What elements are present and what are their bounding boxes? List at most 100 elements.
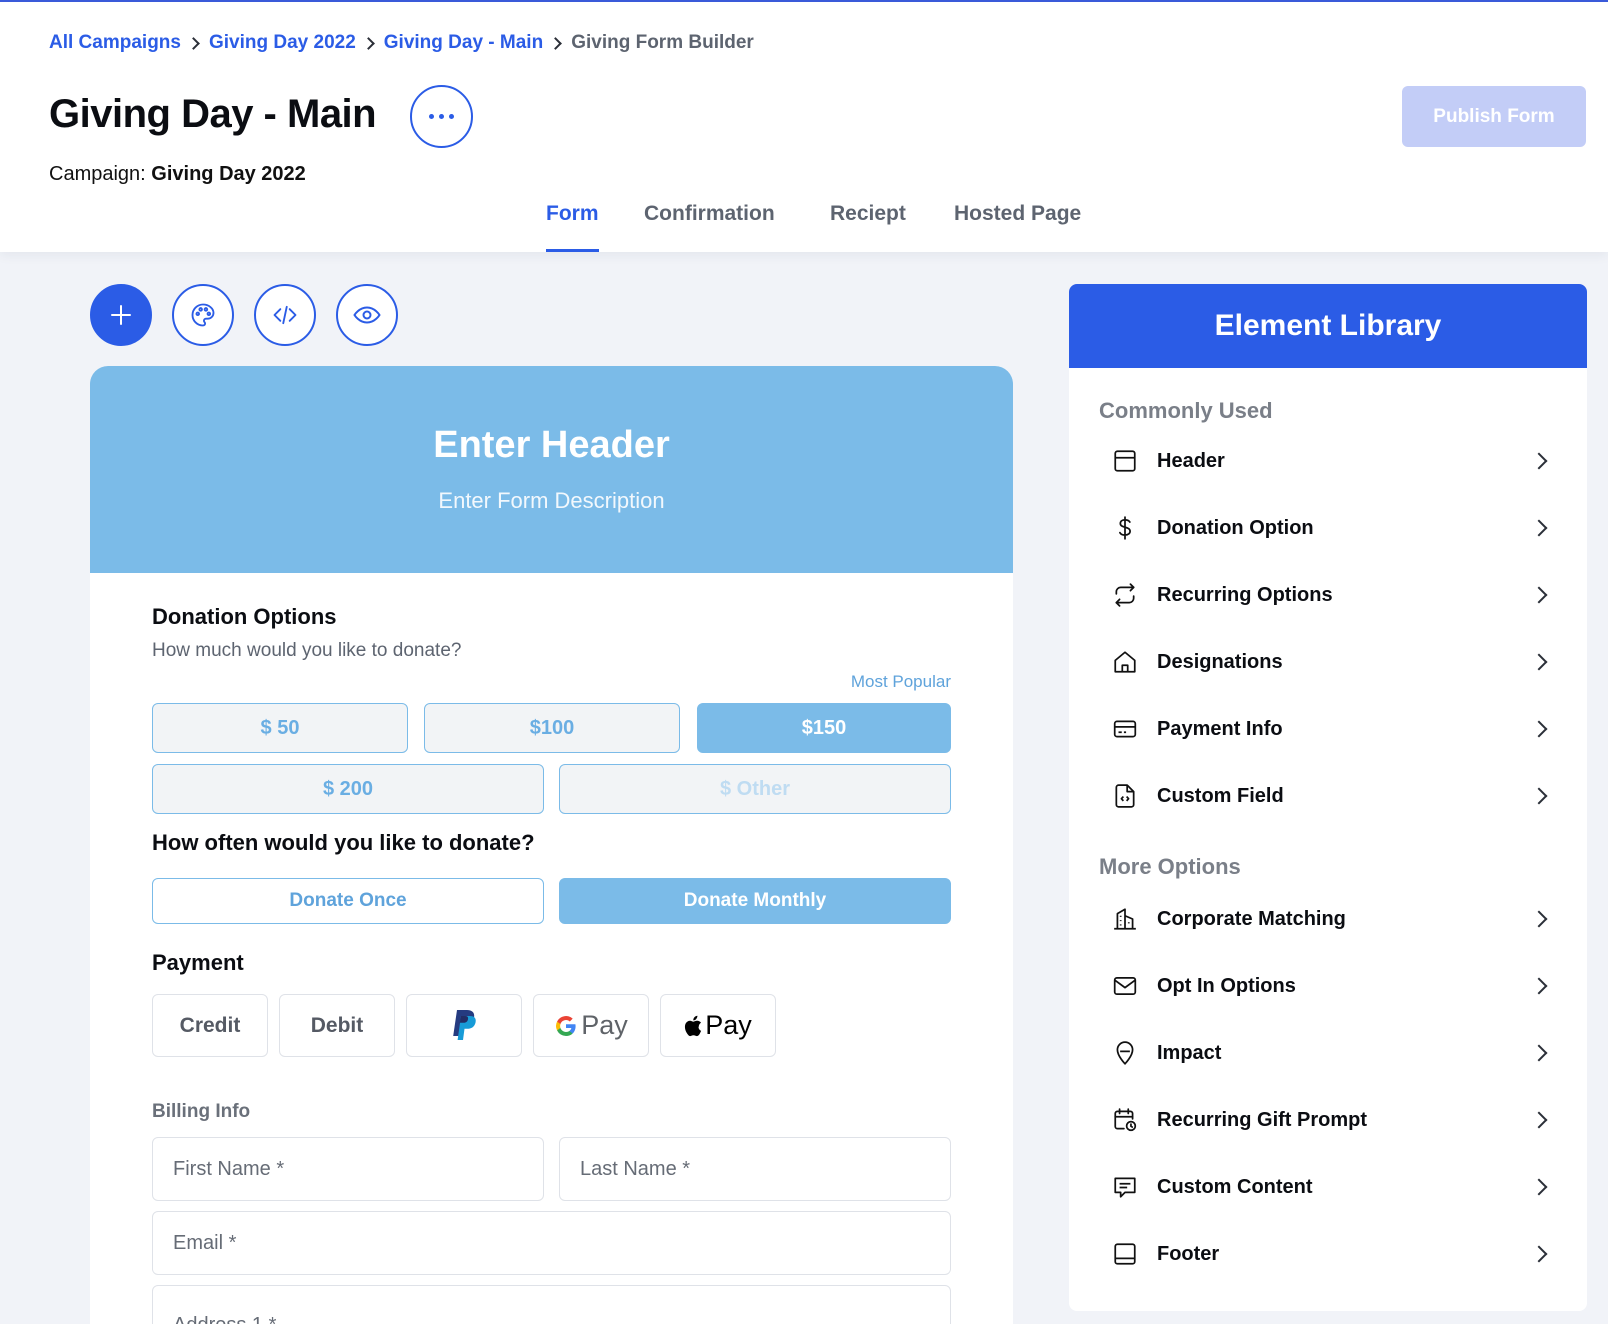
amount-50-button[interactable]: $ 50 (152, 703, 408, 753)
preview-button[interactable] (336, 284, 398, 346)
chevron-right-icon (1530, 1044, 1548, 1062)
tab-confirmation[interactable]: Confirmation (644, 196, 775, 252)
campaign-info: Campaign: Giving Day 2022 (49, 163, 306, 186)
repeat-icon (1109, 579, 1141, 611)
tab-form[interactable]: Form (546, 196, 599, 252)
plus-icon (111, 305, 131, 325)
form-header-block[interactable]: Enter Header Enter Form Description (90, 366, 1013, 573)
chevron-right-icon (1530, 519, 1548, 537)
donate-once-button[interactable]: Donate Once (152, 878, 544, 924)
library-item-footer[interactable]: Footer (1109, 1234, 1559, 1274)
library-item-label: Custom Content (1157, 1175, 1313, 1198)
chevron-right-icon (1530, 787, 1548, 805)
address1-field[interactable]: Address 1 * (152, 1285, 951, 1324)
apple-pay-mark: Pay (684, 1010, 752, 1041)
embed-code-button[interactable] (254, 284, 316, 346)
library-item-label: Donation Option (1157, 516, 1314, 539)
apple-icon (685, 1015, 702, 1036)
most-popular-label: Most Popular (850, 672, 951, 691)
chevron-right-icon (1530, 452, 1548, 470)
library-item-recurring-gift-prompt[interactable]: Recurring Gift Prompt (1109, 1100, 1559, 1140)
library-item-label: Payment Info (1157, 717, 1283, 740)
chevron-right-icon (1530, 653, 1548, 671)
paypal-icon (453, 1009, 476, 1040)
library-item-label: Designations (1157, 650, 1283, 673)
commonly-used-label: Commonly Used (1099, 398, 1273, 423)
publish-form-button[interactable]: Publish Form (1402, 86, 1586, 147)
last-name-field[interactable]: Last Name * (559, 1137, 951, 1201)
breadcrumb-current: Giving Form Builder (571, 32, 754, 53)
email-field[interactable]: Email * (152, 1211, 951, 1275)
library-item-designations[interactable]: Designations (1109, 642, 1559, 682)
amount-100-button[interactable]: $100 (424, 703, 680, 753)
element-library-title: Element Library (1069, 284, 1587, 368)
amount-150-button[interactable]: $150 (697, 703, 951, 753)
campaign-name: Giving Day 2022 (151, 163, 306, 185)
tab-hosted-page[interactable]: Hosted Page (954, 196, 1081, 252)
dollar-icon (1109, 512, 1141, 544)
donation-options-subtitle: How much would you like to donate? (152, 640, 462, 661)
chevron-right-icon (181, 33, 209, 53)
library-item-corporate-matching[interactable]: Corporate Matching (1109, 899, 1559, 939)
library-item-label: Custom Field (1157, 784, 1284, 807)
breadcrumb-all-campaigns[interactable]: All Campaigns (49, 32, 181, 54)
tab-reciept[interactable]: Reciept (830, 196, 906, 252)
calendar-clock-icon (1109, 1104, 1141, 1136)
library-item-custom-field[interactable]: Custom Field (1109, 776, 1559, 816)
apple-pay-label: Pay (705, 1010, 752, 1040)
breadcrumb-campaign[interactable]: Giving Day 2022 (209, 32, 356, 54)
theme-button[interactable] (172, 284, 234, 346)
library-item-label: Header (1157, 449, 1225, 472)
library-item-label: Recurring Gift Prompt (1157, 1108, 1368, 1131)
palette-icon (191, 303, 215, 327)
paypal-button[interactable] (406, 994, 522, 1057)
debit-button[interactable]: Debit (279, 994, 395, 1057)
chevron-right-icon (1530, 977, 1548, 995)
add-element-button[interactable] (90, 284, 152, 346)
chevron-right-icon (1530, 910, 1548, 928)
library-item-label: Recurring Options (1157, 583, 1333, 606)
more-options-label: More Options (1099, 854, 1241, 879)
chevron-right-icon (543, 33, 571, 53)
library-item-recurring-options[interactable]: Recurring Options (1109, 575, 1559, 615)
frequency-title: How often would you like to donate? (152, 830, 535, 855)
google-pay-label: Pay (581, 1010, 628, 1040)
tab-bar: Form Confirmation Reciept Hosted Page (0, 196, 1608, 252)
amount-other-button[interactable]: $ Other (559, 764, 951, 814)
more-options-button[interactable] (410, 85, 473, 148)
chevron-right-icon (1530, 1245, 1548, 1263)
element-library-panel: Element Library Commonly Used Header Don… (1069, 284, 1587, 1311)
library-item-custom-content[interactable]: Custom Content (1109, 1167, 1559, 1207)
form-preview: Enter Header Enter Form Description Dona… (90, 366, 1013, 1324)
library-item-label: Footer (1157, 1242, 1220, 1265)
library-item-donation-option[interactable]: Donation Option (1109, 508, 1559, 548)
library-item-payment-info[interactable]: Payment Info (1109, 709, 1559, 749)
ellipsis-icon (429, 114, 434, 119)
map-pin-icon (1109, 1037, 1141, 1069)
building-icon (1109, 903, 1141, 935)
billing-info-title: Billing Info (152, 1101, 251, 1122)
credit-button[interactable]: Credit (152, 994, 268, 1057)
library-item-impact[interactable]: Impact (1109, 1033, 1559, 1073)
breadcrumb-form[interactable]: Giving Day - Main (384, 32, 543, 54)
mail-icon (1109, 970, 1141, 1002)
breadcrumb: All Campaigns Giving Day 2022 Giving Day… (49, 32, 754, 54)
form-header-description[interactable]: Enter Form Description (90, 488, 1013, 514)
message-icon (1109, 1171, 1141, 1203)
donate-monthly-button[interactable]: Donate Monthly (559, 878, 951, 924)
library-item-opt-in-options[interactable]: Opt In Options (1109, 966, 1559, 1006)
library-item-label: Opt In Options (1157, 974, 1296, 997)
footer-icon (1109, 1238, 1141, 1270)
amount-200-button[interactable]: $ 200 (152, 764, 544, 814)
chevron-right-icon (1530, 586, 1548, 604)
library-item-header[interactable]: Header (1109, 441, 1559, 481)
chevron-right-icon (1530, 720, 1548, 738)
apple-pay-button[interactable]: Pay (660, 994, 776, 1057)
first-name-field[interactable]: First Name * (152, 1137, 544, 1201)
chevron-right-icon (1530, 1178, 1548, 1196)
form-header-title[interactable]: Enter Header (90, 424, 1013, 467)
google-pay-mark: Pay (554, 1010, 628, 1041)
credit-card-icon (1109, 713, 1141, 745)
google-pay-button[interactable]: Pay (533, 994, 649, 1057)
eye-icon (353, 306, 381, 324)
